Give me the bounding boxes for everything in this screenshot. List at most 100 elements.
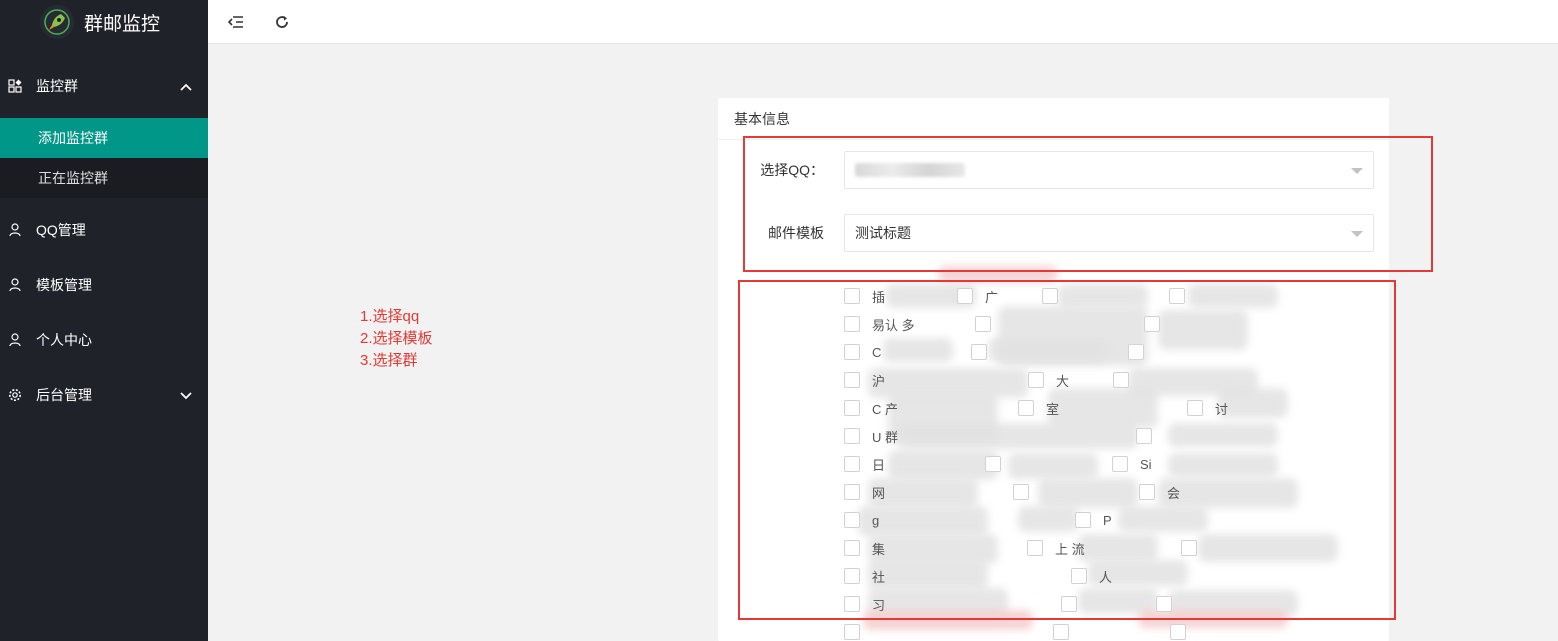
menu-collapse-icon[interactable] (224, 10, 248, 34)
note-step-3: 3.选择群 (360, 352, 418, 369)
group-checkbox-label: P (1103, 512, 1112, 528)
group-checkbox[interactable]: 人 (1071, 567, 1112, 585)
redaction-blur (898, 423, 1138, 449)
qq-select[interactable] (844, 151, 1374, 189)
sidebar-item-monitor-groups[interactable]: 监控群 (0, 58, 208, 113)
group-checkbox[interactable] (1113, 371, 1141, 389)
redaction-blur (988, 338, 1108, 362)
user-icon (8, 332, 22, 347)
user-icon (8, 222, 22, 237)
sidebar-item-label: 后台管理 (36, 386, 92, 403)
group-checkbox[interactable]: C (844, 343, 881, 361)
group-checkbox[interactable]: U 群 (844, 427, 898, 445)
sidebar-item-admin[interactable]: 后台管理 (0, 367, 208, 422)
group-checkbox-label: 集 (872, 541, 886, 557)
group-checkbox[interactable]: 社 (844, 567, 885, 585)
group-checkbox[interactable] (1169, 287, 1197, 305)
group-checkbox[interactable] (1156, 595, 1184, 613)
redaction-blur (1198, 534, 1338, 562)
group-checkbox[interactable]: 网 (844, 483, 885, 501)
group-checkbox[interactable] (1128, 343, 1156, 361)
redaction-blur (938, 266, 1058, 282)
group-checkbox-label: C 产 (872, 401, 899, 417)
sidebar-item-qq-management[interactable]: QQ管理 (0, 202, 208, 257)
group-checkbox[interactable] (1144, 315, 1172, 333)
group-checkbox[interactable]: g (844, 511, 879, 529)
sidebar-item-template-management[interactable]: 模板管理 (0, 257, 208, 312)
group-checkbox[interactable] (1136, 427, 1164, 445)
group-checkbox-label: 社 (872, 569, 886, 585)
group-checkbox[interactable]: 日 (844, 455, 885, 473)
group-checkbox[interactable] (1013, 483, 1041, 501)
note-step-2: 2.选择模板 (360, 330, 433, 347)
group-checkbox[interactable]: 集 (844, 539, 885, 557)
group-checkbox-label: 网 (872, 485, 886, 501)
group-checkbox-label: 沪 (872, 373, 886, 389)
group-checkbox-label: g (872, 512, 880, 528)
group-checkbox[interactable]: 上 流 (1027, 539, 1085, 557)
sidebar-item-personal-center[interactable]: 个人中心 (0, 312, 208, 367)
redaction-blur (868, 560, 988, 590)
topbar (208, 0, 1558, 44)
sidebar-item-label: 模板管理 (36, 276, 92, 293)
group-checkbox[interactable]: P (1075, 511, 1112, 529)
annotation-notes: 1.选择qq 2.选择模板 3.选择群 (360, 306, 433, 372)
group-checkbox[interactable]: 讨 (1187, 399, 1228, 417)
group-checkbox-label: U 群 (872, 429, 899, 445)
group-checkbox[interactable]: 习 (844, 595, 885, 613)
redaction-blur (1018, 506, 1078, 532)
refresh-icon[interactable] (270, 10, 294, 34)
group-checkbox[interactable]: 大 (1028, 371, 1069, 389)
group-checkbox[interactable] (971, 343, 999, 361)
redaction-blur (1008, 453, 1098, 479)
caret-down-icon (1351, 231, 1363, 237)
sidebar: 群邮监控 监控群 添加监控群 正在监控群 QQ管理 模板管理 个人中心 后台管理 (0, 0, 208, 641)
group-checkbox-label: 人 (1099, 569, 1113, 585)
group-checkbox[interactable]: 广 (957, 287, 998, 305)
app-title: 群邮监控 (84, 13, 161, 35)
group-checkbox-label: 室 (1046, 401, 1060, 417)
group-checkbox[interactable]: Si (1112, 455, 1152, 473)
group-checkbox-label: 日 (872, 457, 886, 473)
redaction-blur (1168, 453, 1278, 477)
group-checkbox[interactable]: 室 (1018, 399, 1059, 417)
sidebar-item-label: 个人中心 (36, 331, 92, 348)
redaction-blur (883, 338, 953, 362)
redaction-blur (1058, 284, 1148, 308)
redaction-blur (1118, 506, 1208, 532)
group-checkbox[interactable]: 易认 多 (844, 315, 915, 333)
chevron-up-icon (180, 78, 192, 94)
group-checkbox[interactable] (985, 455, 1013, 473)
group-checkbox[interactable] (1181, 539, 1209, 557)
redaction-blur (1168, 423, 1278, 447)
group-checkbox[interactable] (975, 315, 1003, 333)
group-checkbox[interactable] (1170, 623, 1198, 641)
group-checkbox[interactable]: 沪 (844, 371, 885, 389)
group-checkbox[interactable]: C 产 (844, 399, 898, 417)
sidebar-item-label: QQ管理 (36, 221, 86, 238)
group-checkbox[interactable]: 插 (844, 287, 885, 305)
user-icon (8, 277, 22, 292)
redacted-qq-value (855, 163, 965, 177)
group-checkbox[interactable] (844, 623, 872, 641)
sidebar-submenu-monitor: 添加监控群 正在监控群 (0, 118, 208, 198)
group-checkbox[interactable]: 会 (1139, 483, 1180, 501)
sidebar-item-add-monitor-group[interactable]: 添加监控群 (0, 118, 208, 158)
group-checkbox[interactable] (1053, 623, 1081, 641)
redaction-blur (888, 450, 998, 480)
template-select[interactable]: 测试标题 (844, 214, 1374, 252)
group-checkbox[interactable] (1061, 595, 1089, 613)
dashboard-icon (8, 78, 22, 93)
template-select-label: 邮件模板 (768, 225, 824, 241)
group-checkbox[interactable] (1042, 287, 1070, 305)
redaction-blur (1048, 388, 1158, 428)
brand[interactable]: 群邮监控 (0, 0, 208, 44)
group-checkbox-label: 习 (872, 597, 886, 613)
chevron-down-icon (180, 387, 192, 403)
caret-down-icon (1351, 168, 1363, 174)
qq-select-label: 选择QQ： (760, 162, 824, 178)
sidebar-item-monitoring-groups[interactable]: 正在监控群 (0, 158, 208, 198)
template-select-value: 测试标题 (855, 225, 911, 241)
redaction-blur (1038, 478, 1138, 508)
redaction-blur (1078, 534, 1158, 562)
